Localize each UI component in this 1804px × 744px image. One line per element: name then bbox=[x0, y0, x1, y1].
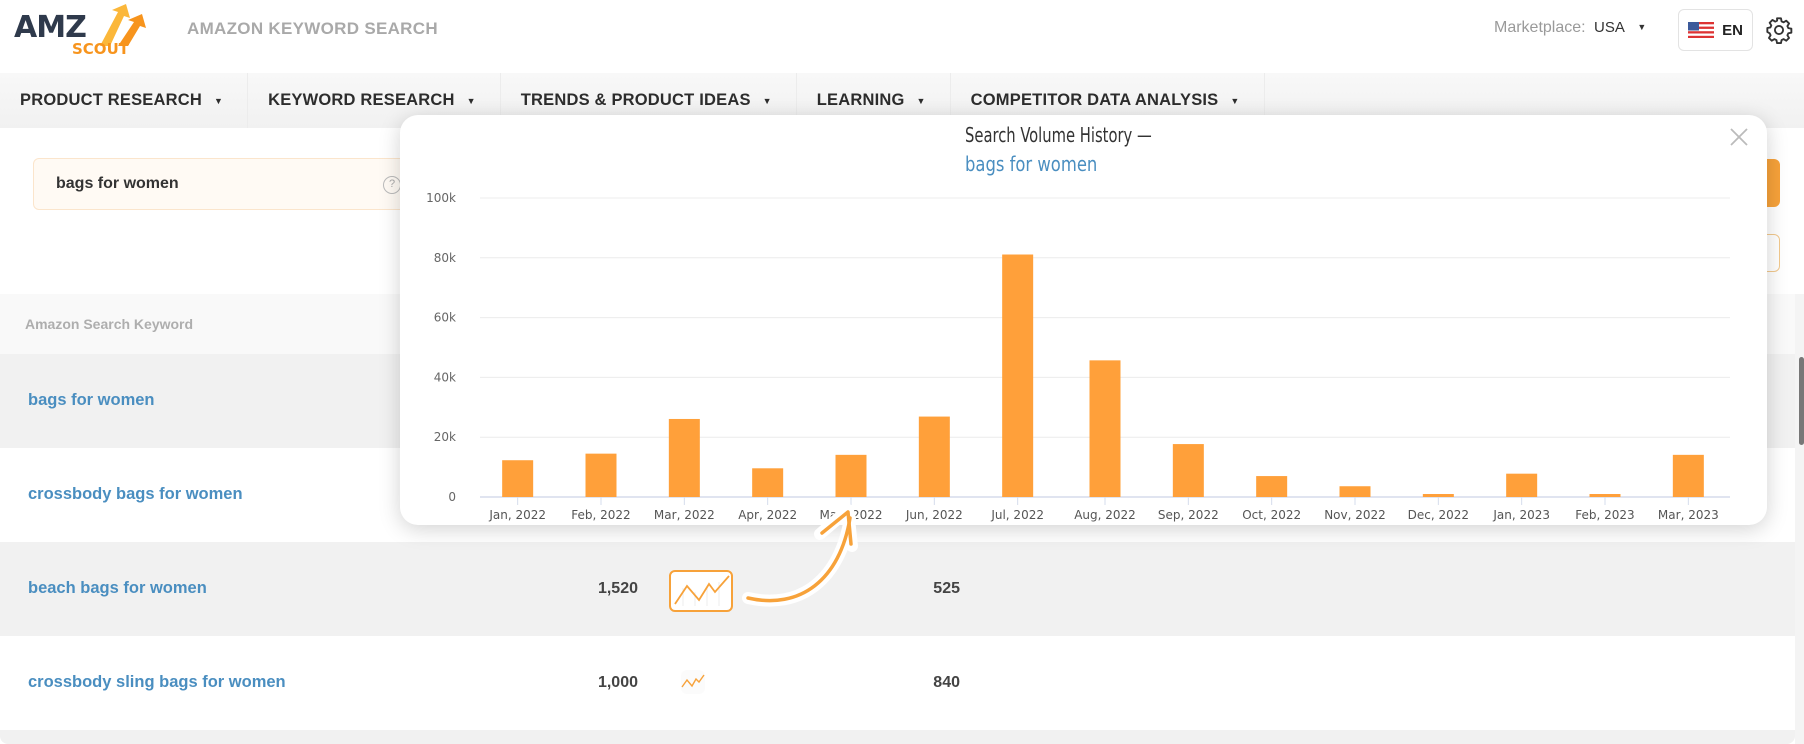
caret-down-icon: ▼ bbox=[762, 95, 772, 106]
bar bbox=[668, 418, 700, 497]
bar bbox=[752, 468, 784, 497]
bar bbox=[1339, 486, 1371, 497]
app-title: AMAZON KEYWORD SEARCH bbox=[187, 19, 438, 38]
bar bbox=[918, 416, 950, 497]
search-volume: 1,000 bbox=[597, 674, 638, 691]
caret-down-icon: ▼ bbox=[213, 95, 224, 106]
keyword-search-input[interactable]: bags for women ? bbox=[33, 158, 453, 210]
table-footer bbox=[0, 730, 1795, 744]
language-button[interactable]: EN bbox=[1678, 9, 1753, 51]
x-tick-label: Nov, 2022 bbox=[1324, 508, 1386, 522]
bar bbox=[1589, 494, 1621, 497]
y-tick-label: 40k bbox=[434, 370, 456, 384]
bar bbox=[1256, 476, 1288, 497]
x-tick-label: Aug, 2022 bbox=[1074, 508, 1136, 522]
caret-down-icon: ▼ bbox=[1637, 22, 1647, 32]
y-tick-label: 60k bbox=[434, 311, 456, 325]
x-tick-label: Feb, 2022 bbox=[571, 508, 630, 522]
keyword-link[interactable]: crossbody bags for women bbox=[28, 485, 243, 504]
app-header: AMZ SCOUT AMAZON KEYWORD SEARCH Marketpl… bbox=[0, 0, 1804, 73]
gear-icon[interactable] bbox=[1765, 16, 1793, 44]
nav-label: COMPETITOR DATA ANALYSIS bbox=[970, 91, 1219, 109]
x-tick-label: Oct, 2022 bbox=[1242, 508, 1301, 522]
nav-label: PRODUCT RESEARCH bbox=[20, 91, 202, 109]
bar bbox=[585, 453, 617, 497]
secondary-value: 840 bbox=[933, 674, 960, 691]
x-tick-label: Jun, 2022 bbox=[905, 508, 963, 522]
x-tick-label: Jan, 2023 bbox=[1492, 508, 1550, 522]
search-volume-history-modal: Search Volume History — bags for women 0… bbox=[400, 115, 1767, 525]
keyword-link[interactable]: bags for women bbox=[28, 391, 155, 410]
trend-line-icon bbox=[674, 575, 730, 606]
search-volume: 1,520 bbox=[597, 580, 638, 597]
bar bbox=[1422, 494, 1454, 497]
secondary-value: 525 bbox=[933, 580, 960, 597]
bar bbox=[502, 460, 534, 497]
bar bbox=[1172, 444, 1204, 497]
search-query: bags for women bbox=[56, 175, 179, 192]
logo-text-scout: SCOUT bbox=[72, 40, 129, 58]
caret-down-icon: ▼ bbox=[1230, 95, 1240, 106]
search-volume-bar-chart: 0 20k 40k 60k 80k 100k Jan, 2022 Feb, 2022 Mar, … bbox=[426, 191, 1730, 522]
trend-chart-button[interactable] bbox=[669, 570, 733, 612]
x-tick-label: Dec, 2022 bbox=[1408, 508, 1469, 522]
y-tick-label: 80k bbox=[434, 251, 456, 265]
table-row: crossbody sling bags for women 1,000 840 bbox=[0, 636, 1795, 730]
caret-down-icon: ▼ bbox=[466, 95, 476, 106]
amzscout-logo[interactable]: AMZ SCOUT bbox=[14, 4, 154, 60]
caret-down-icon: ▼ bbox=[916, 95, 926, 106]
language-label: EN bbox=[1722, 21, 1743, 39]
table-row: beach bags for women 1,520 525 bbox=[0, 542, 1795, 636]
x-tick-label: Feb, 2023 bbox=[1575, 508, 1634, 522]
bar bbox=[1089, 360, 1121, 497]
scrollbar-thumb[interactable] bbox=[1799, 357, 1804, 445]
keyword-link[interactable]: beach bags for women bbox=[28, 579, 207, 598]
x-tick-label: Jul, 2022 bbox=[990, 508, 1044, 522]
x-tick-label: Sep, 2022 bbox=[1158, 508, 1219, 522]
marketplace-selector[interactable]: Marketplace: USA ▼ bbox=[1494, 19, 1646, 37]
us-flag-icon bbox=[1688, 22, 1715, 38]
trend-chart-button[interactable] bbox=[681, 670, 705, 694]
nav-product-research[interactable]: PRODUCT RESEARCH ▼ bbox=[0, 73, 249, 128]
marketplace-value: USA bbox=[1594, 19, 1625, 36]
keyword-link[interactable]: crossbody sling bags for women bbox=[28, 673, 286, 692]
marketplace-label: Marketplace: bbox=[1494, 19, 1586, 36]
help-icon[interactable]: ? bbox=[383, 176, 401, 194]
x-tick-label: Mar, 2022 bbox=[654, 508, 715, 522]
nav-label: KEYWORD RESEARCH bbox=[268, 91, 455, 109]
annotation-arrow-icon bbox=[742, 504, 858, 607]
bar bbox=[835, 454, 867, 497]
x-tick-label: Mar, 2023 bbox=[1658, 508, 1719, 522]
bar bbox=[1672, 454, 1704, 497]
nav-label: TRENDS & PRODUCT IDEAS bbox=[520, 91, 751, 109]
nav-label: LEARNING bbox=[816, 91, 905, 109]
y-tick-label: 0 bbox=[448, 490, 456, 504]
trend-line-icon bbox=[681, 674, 705, 688]
x-tick-label: Jan, 2022 bbox=[488, 508, 546, 522]
y-tick-label: 20k bbox=[434, 430, 456, 444]
bar bbox=[1506, 473, 1538, 497]
column-header-keyword: Amazon Search Keyword bbox=[25, 316, 194, 332]
bar bbox=[1002, 254, 1034, 497]
y-tick-label: 100k bbox=[426, 191, 456, 205]
